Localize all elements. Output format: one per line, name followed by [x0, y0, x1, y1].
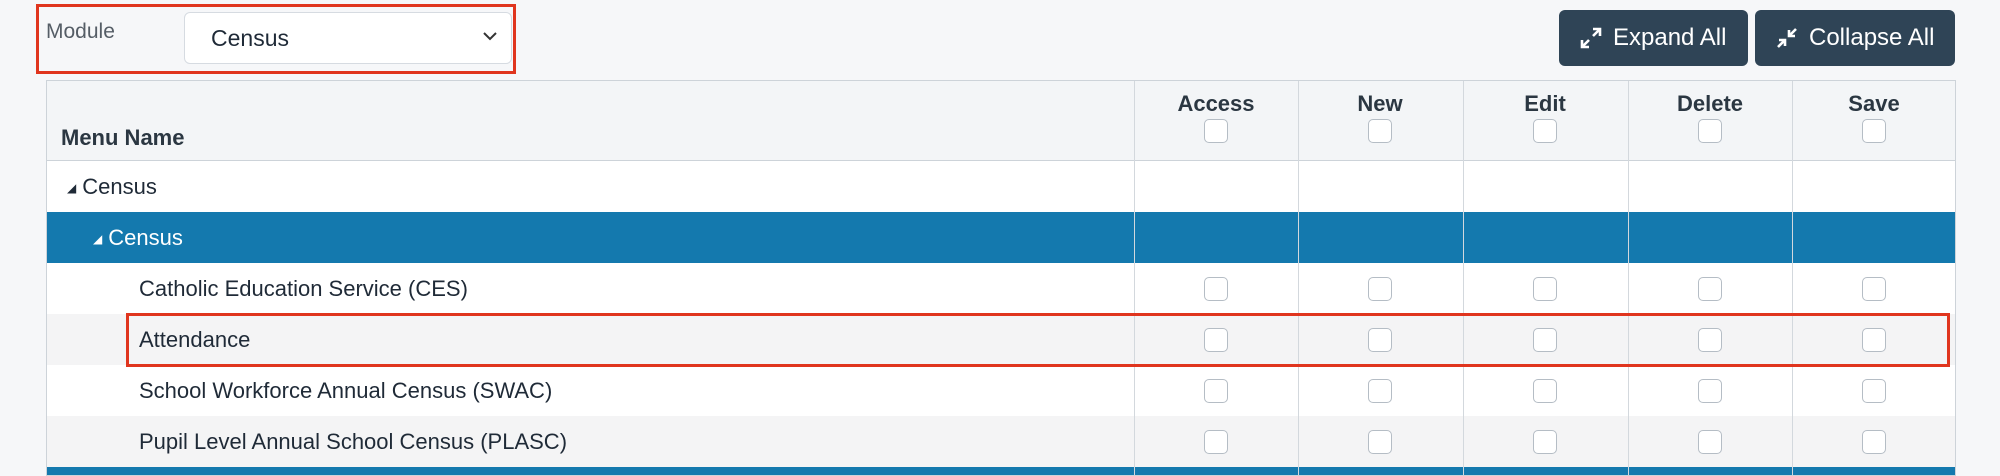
- expand-all-label: Expand All: [1613, 24, 1727, 51]
- tree-row-census-root[interactable]: ◢ Census: [47, 161, 1955, 212]
- delete-header-label: Delete: [1676, 91, 1744, 116]
- access-checkbox[interactable]: [1204, 276, 1228, 301]
- column-divider: [1463, 81, 1464, 475]
- new-checkbox[interactable]: [1368, 429, 1392, 454]
- column-divider: [1134, 81, 1135, 475]
- delete-checkbox[interactable]: [1698, 276, 1722, 301]
- new-checkbox[interactable]: [1368, 327, 1392, 352]
- delete-header: Delete: [1628, 91, 1792, 149]
- new-checkbox[interactable]: [1368, 276, 1392, 301]
- tree-row-label-group: ◢ Census: [67, 174, 157, 200]
- row-label: School Workforce Annual Census (SWAC): [139, 378, 553, 403]
- collapse-icon: [1777, 28, 1797, 48]
- edit-all-checkbox[interactable]: [1533, 119, 1557, 143]
- save-checkbox[interactable]: [1862, 429, 1886, 454]
- edit-checkbox[interactable]: [1533, 276, 1557, 301]
- new-all-checkbox[interactable]: [1368, 119, 1392, 143]
- menu-name-header: Menu Name: [61, 125, 185, 150]
- edit-checkbox[interactable]: [1533, 429, 1557, 454]
- collapse-triangle-icon[interactable]: ◢: [93, 232, 102, 246]
- edit-checkbox[interactable]: [1533, 378, 1557, 403]
- tree-row-next-group[interactable]: [47, 467, 1955, 475]
- tree-row-census-child[interactable]: ◢ Census: [47, 212, 1955, 263]
- chevron-down-icon: [483, 32, 497, 41]
- access-all-checkbox[interactable]: [1204, 119, 1228, 143]
- save-checkbox[interactable]: [1862, 378, 1886, 403]
- access-checkbox[interactable]: [1204, 429, 1228, 454]
- collapse-all-label: Collapse All: [1809, 24, 1935, 51]
- access-checkbox[interactable]: [1204, 327, 1228, 352]
- edit-header: Edit: [1463, 91, 1627, 149]
- delete-all-checkbox[interactable]: [1698, 119, 1722, 143]
- edit-checkbox[interactable]: [1533, 327, 1557, 352]
- save-header-label: Save: [1848, 91, 1900, 116]
- table-row: School Workforce Annual Census (SWAC): [47, 365, 1955, 416]
- row-label: Pupil Level Annual School Census (PLASC): [139, 429, 568, 454]
- collapse-all-button[interactable]: Collapse All: [1755, 10, 1955, 66]
- delete-checkbox[interactable]: [1698, 429, 1722, 454]
- new-header: New: [1298, 91, 1462, 149]
- grid-header: Menu Name Access New Edit Delete Save: [47, 81, 1955, 161]
- save-all-checkbox[interactable]: [1862, 119, 1886, 143]
- save-header: Save: [1792, 91, 1955, 149]
- new-checkbox[interactable]: [1368, 378, 1392, 403]
- column-divider: [1298, 81, 1299, 475]
- row-label: Attendance: [139, 327, 251, 352]
- access-header: Access: [1134, 91, 1298, 149]
- table-row: Catholic Education Service (CES): [47, 263, 1955, 314]
- access-header-label: Access: [1177, 91, 1255, 116]
- module-label: Module: [46, 20, 115, 43]
- permissions-grid: Menu Name Access New Edit Delete Save ◢ C…: [46, 80, 1956, 476]
- save-checkbox[interactable]: [1862, 276, 1886, 301]
- edit-header-label: Edit: [1524, 91, 1566, 116]
- module-select-value: Census: [211, 25, 289, 51]
- table-row: Pupil Level Annual School Census (PLASC): [47, 416, 1955, 467]
- row-label: Catholic Education Service (CES): [139, 276, 468, 301]
- access-checkbox[interactable]: [1204, 378, 1228, 403]
- group-label: Census: [82, 174, 157, 199]
- column-divider: [1628, 81, 1629, 475]
- delete-checkbox[interactable]: [1698, 378, 1722, 403]
- table-row: Attendance: [47, 314, 1955, 365]
- collapse-triangle-icon[interactable]: ◢: [67, 181, 76, 195]
- delete-checkbox[interactable]: [1698, 327, 1722, 352]
- expand-icon: [1580, 27, 1602, 49]
- group-label: Census: [108, 225, 183, 250]
- new-header-label: New: [1357, 91, 1403, 116]
- expand-all-button[interactable]: Expand All: [1559, 10, 1748, 66]
- save-checkbox[interactable]: [1862, 327, 1886, 352]
- tree-row-label-group: ◢ Census: [93, 225, 183, 251]
- module-select[interactable]: Census: [184, 12, 512, 64]
- column-divider: [1792, 81, 1793, 475]
